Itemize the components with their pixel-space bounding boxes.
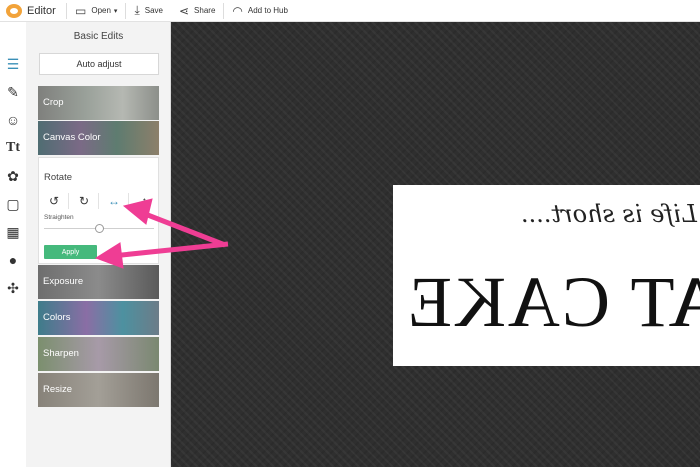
save-icon: ⤓	[134, 3, 140, 17]
rotate-left-icon[interactable]: ↺	[40, 193, 69, 209]
texture-icon[interactable]: ▦	[2, 221, 24, 243]
colors-label: Colors	[43, 312, 71, 323]
rotate-label: Rotate	[44, 172, 72, 183]
collage-icon[interactable]: ✣	[2, 277, 24, 299]
canvas-color-tile[interactable]: Canvas Color	[38, 121, 159, 155]
share-icon: ⋖	[178, 3, 190, 18]
top-toolbar: Editor ▭ Open ▾ ⤓ Save ⋖ Share ◠ Add to …	[0, 0, 700, 22]
magic-wand-icon[interactable]: ✎	[2, 81, 24, 103]
exposure-tile[interactable]: Exposure	[38, 265, 159, 299]
canvas-color-label: Canvas Color	[43, 132, 101, 143]
share-label: Share	[194, 6, 216, 15]
resize-tile[interactable]: Resize	[38, 373, 159, 407]
auto-adjust-button[interactable]: Auto adjust	[39, 53, 159, 75]
add-to-hub-button[interactable]: ◠ Add to Hub	[224, 0, 296, 22]
basic-edits-panel: Basic Edits Auto adjust Crop Canvas Colo…	[26, 22, 171, 467]
colors-tile[interactable]: Colors	[38, 301, 159, 335]
share-button[interactable]: ⋖ Share	[171, 0, 223, 22]
face-icon[interactable]: ☺	[2, 109, 24, 131]
save-label: Save	[144, 6, 163, 15]
flip-horizontal-icon[interactable]: ↔	[100, 193, 129, 209]
app-title: Editor	[27, 4, 56, 17]
butterfly-icon[interactable]: ✿	[2, 165, 24, 187]
crop-tile[interactable]: Crop	[38, 86, 159, 120]
flip-vertical-icon[interactable]: ↕	[130, 193, 159, 209]
chevron-down-icon: ▾	[113, 7, 118, 15]
image-big-text: EAT CAKE	[406, 262, 700, 342]
frame-icon[interactable]: ▢	[2, 193, 24, 215]
app-brand[interactable]: Editor	[0, 3, 66, 18]
image-script-text: Life is short....	[521, 200, 697, 228]
headphones-icon: ◠	[232, 3, 243, 18]
folder-icon: ▭	[75, 3, 87, 18]
sharpen-tile[interactable]: Sharpen	[38, 337, 159, 371]
apple-icon[interactable]: ●	[2, 249, 24, 271]
open-label: Open	[91, 6, 111, 15]
resize-label: Resize	[43, 384, 73, 395]
crop-label: Crop	[43, 97, 64, 108]
edited-image[interactable]: Life is short.... EAT CAKE	[393, 185, 700, 366]
rotate-section: Rotate ↺ ↻ ↔ ↕ Straighten Apply	[38, 157, 159, 264]
sharpen-label: Sharpen	[43, 348, 79, 359]
logo-icon	[6, 3, 22, 18]
apply-button[interactable]: Apply	[44, 245, 97, 259]
rotate-right-icon[interactable]: ↻	[70, 193, 99, 209]
straighten-label: Straighten	[44, 214, 74, 221]
save-button[interactable]: ⤓ Save	[126, 0, 171, 22]
exposure-label: Exposure	[43, 276, 84, 287]
slider-handle[interactable]	[95, 224, 104, 233]
sliders-icon[interactable]: ☰	[2, 53, 24, 75]
add-to-hub-label: Add to Hub	[247, 6, 288, 15]
text-icon[interactable]: Tt	[2, 137, 24, 159]
open-menu[interactable]: ▭ Open ▾	[67, 0, 125, 22]
tool-rail: ☰ ✎ ☺ Tt ✿ ▢ ▦ ● ✣	[0, 22, 26, 467]
panel-title: Basic Edits	[73, 31, 124, 42]
